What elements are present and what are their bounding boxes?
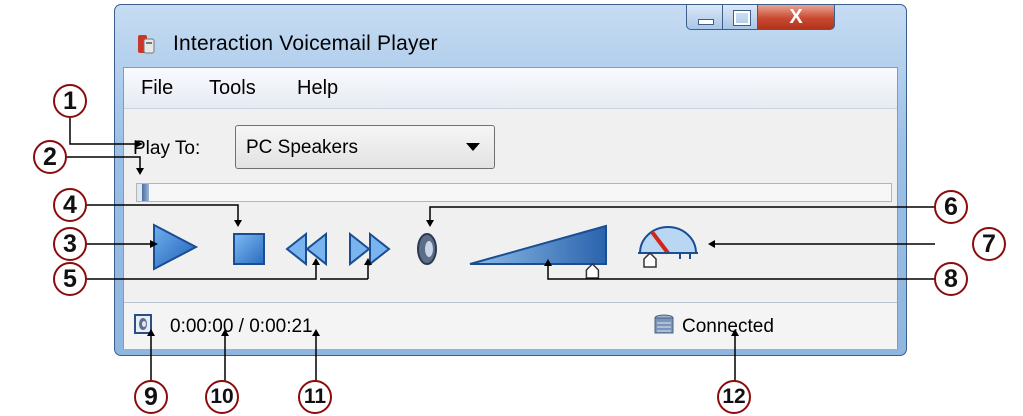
play-to-selected-value: PC Speakers: [246, 137, 358, 158]
chevron-down-icon: [466, 143, 480, 151]
close-icon: X: [789, 6, 803, 28]
callout-2: 2: [33, 140, 67, 174]
play-button[interactable]: [149, 222, 199, 272]
volume-slider[interactable]: [468, 220, 618, 282]
client-area: File Tools Help Play To: PC Speakers 0:0…: [123, 67, 898, 349]
playback-progress-bar[interactable]: [136, 183, 892, 202]
callout-8: 8: [934, 262, 968, 296]
speaker-button[interactable]: [414, 231, 440, 267]
voicemail-player-window: Interaction Voicemail Player X File Tool…: [114, 4, 907, 356]
menu-help[interactable]: Help: [297, 77, 338, 100]
rewind-button[interactable]: [284, 231, 330, 267]
fast-forward-button[interactable]: [346, 231, 392, 267]
play-icon: [153, 223, 199, 271]
menu-bar: File Tools Help: [124, 68, 897, 109]
menu-file[interactable]: File: [141, 77, 173, 100]
speaker-status-icon[interactable]: [134, 314, 152, 334]
maximize-icon: [734, 11, 750, 25]
close-button[interactable]: X: [757, 4, 835, 30]
maximize-button[interactable]: [722, 4, 758, 30]
rewind-icon: [285, 231, 327, 267]
playback-time: 0:00:00 / 0:00:21: [170, 316, 313, 337]
minimize-icon: [698, 19, 714, 25]
callout-6: 6: [934, 190, 968, 224]
gain-meter-button[interactable]: [636, 223, 700, 275]
fast-forward-icon: [349, 231, 391, 267]
title-bar[interactable]: Interaction Voicemail Player X: [115, 4, 906, 65]
volume-thumb[interactable]: [585, 262, 600, 279]
volume-ramp: [469, 224, 607, 265]
callout-11: 11: [298, 380, 332, 414]
play-to-label: Play To:: [133, 138, 201, 159]
progress-thumb[interactable]: [141, 184, 149, 201]
callout-3: 3: [53, 227, 87, 261]
menu-tools[interactable]: Tools: [209, 77, 256, 100]
gain-meter-icon: [638, 226, 698, 268]
callout-5: 5: [53, 262, 87, 296]
server-icon: [654, 314, 674, 334]
callout-4: 4: [53, 188, 87, 222]
callout-10: 10: [205, 380, 239, 414]
play-to-dropdown[interactable]: PC Speakers: [235, 125, 495, 169]
connection-status: Connected: [682, 316, 774, 337]
callout-7: 7: [972, 227, 1006, 261]
callout-12: 12: [717, 380, 751, 414]
callout-1: 1: [53, 84, 87, 118]
window-title: Interaction Voicemail Player: [173, 32, 438, 55]
status-bar: 0:00:00 / 0:00:21 Connected: [124, 302, 897, 349]
minimize-button[interactable]: [686, 4, 723, 30]
stop-icon: [233, 233, 265, 265]
voicemail-app-icon: [138, 35, 155, 54]
speaker-icon: [417, 233, 437, 265]
callout-9: 9: [134, 380, 168, 414]
stop-button[interactable]: [232, 232, 266, 266]
